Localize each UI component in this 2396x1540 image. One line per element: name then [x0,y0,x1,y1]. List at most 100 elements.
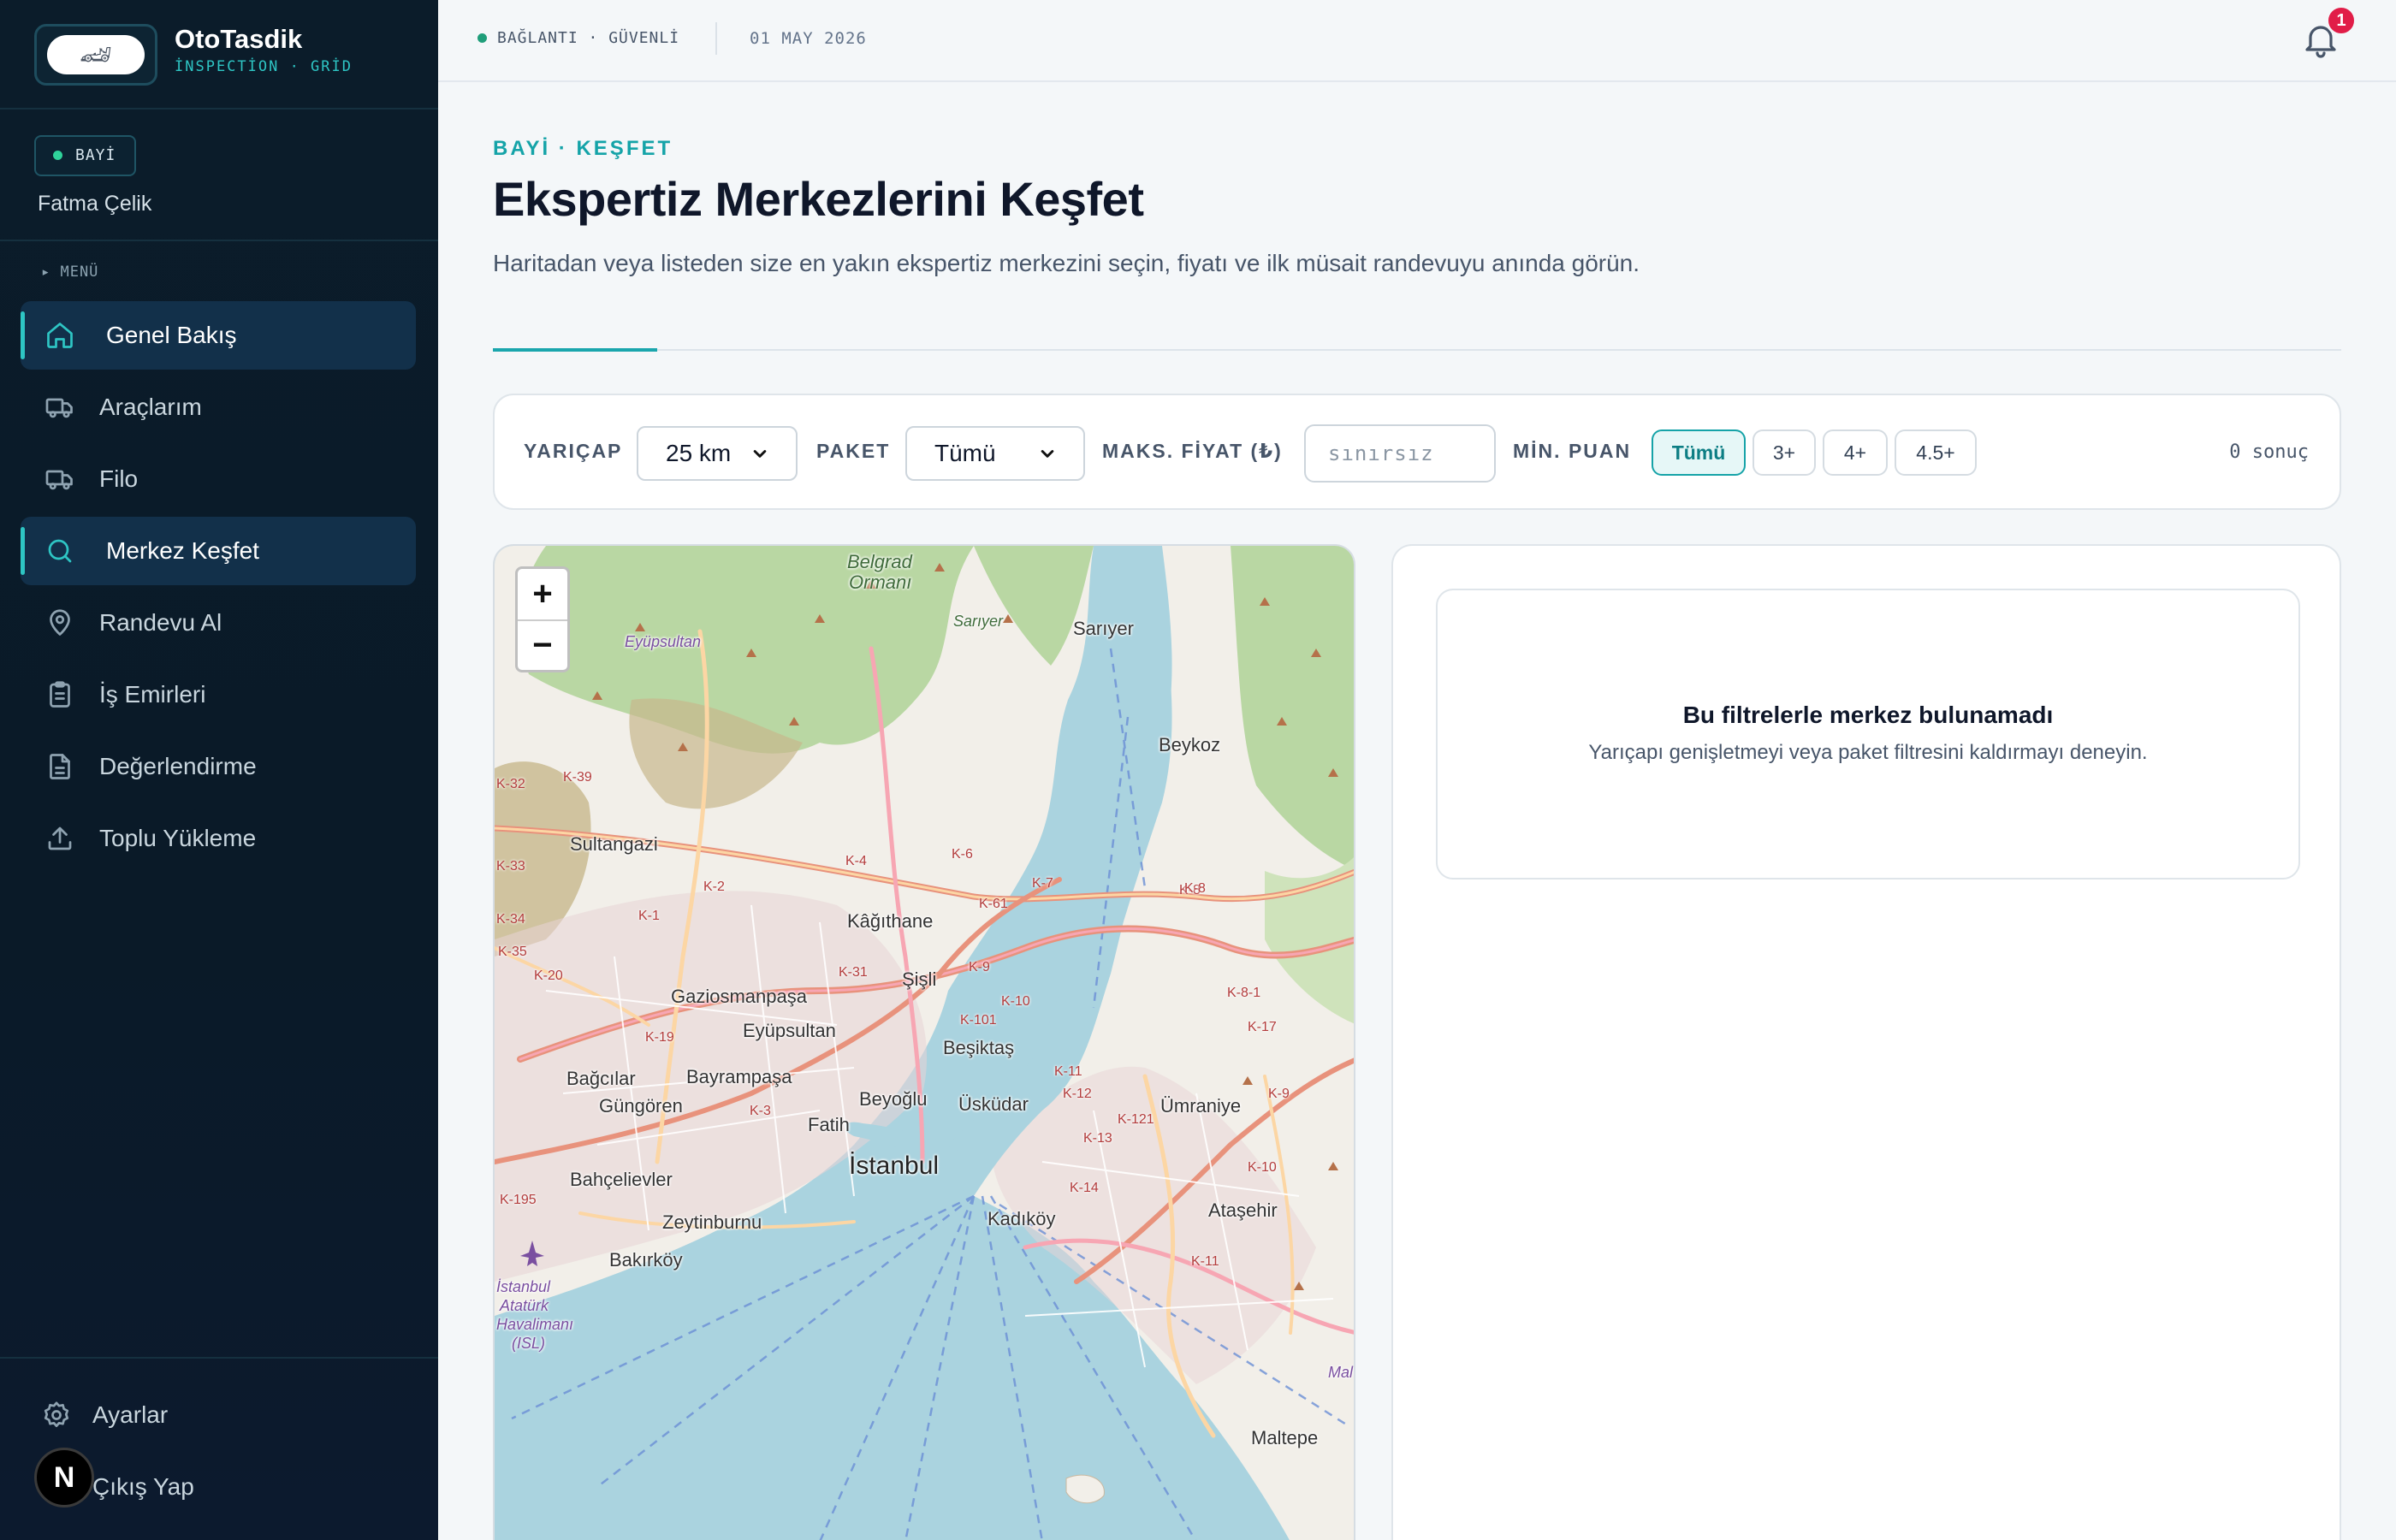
sidebar-item-toplu-yukleme[interactable]: Toplu Yükleme [21,804,416,873]
chevron-down-icon [753,450,767,458]
road-label: K-20 [534,968,563,983]
topbar: BAĞLANTI · GÜVENLİ 01 MAY 2026 1 [438,0,2396,82]
user-name: Fatma Çelik [38,192,152,216]
map-label: (ISL) [512,1335,546,1352]
result-count: 0 sonuç [2229,441,2309,463]
sidebar-bottom: Ayarlar Çıkış Yap N [0,1357,438,1540]
map-label: Sultangazi [570,833,658,855]
sidebar-item-label: Merkez Keşfet [106,537,259,564]
map-pin-icon [50,609,70,636]
current-date: 01 MAY 2026 [750,29,867,48]
map-label: Beşiktaş [943,1037,1015,1058]
sidebar-nav: Genel Bakış Araçlarım Filo Merkez Keşfet… [21,301,416,876]
home-icon [47,323,73,348]
map-label: Ataşehir [1208,1199,1278,1221]
max-price-input[interactable] [1304,424,1496,483]
map[interactable]: + − Belgrad Ormanı Sarıyer Sarıyer Eyüps… [493,544,1355,1540]
zoom-in-button[interactable]: + [518,569,567,619]
rating-chip-3[interactable]: 3+ [1753,429,1816,476]
sidebar-item-label: Araçlarım [99,394,202,420]
road-label: K-39 [563,770,592,785]
zoom-out-button[interactable]: − [518,619,567,670]
map-label: Eyüpsultan [743,1020,836,1041]
upload-icon [48,826,72,850]
map-label: Bahçelievler [570,1169,673,1190]
radius-value: 25 km [666,440,732,466]
sidebar-item-filo[interactable]: Filo [21,445,416,513]
road-label: K-8-1 [1227,986,1261,1000]
empty-state: Bu filtrelerle merkez bulunamadı Yarıçap… [1436,589,2300,880]
empty-state-description: Yarıçapı genişletmeyi veya paket filtres… [1588,741,2148,764]
rating-chip-all[interactable]: Tümü [1652,429,1746,476]
radius-select[interactable]: 25 km [637,426,798,481]
map-label: İstanbul [496,1278,551,1295]
avatar[interactable]: N [34,1448,94,1507]
radius-label: YARIÇAP [524,440,623,462]
document-icon [50,754,70,779]
map-tiles [495,546,1354,1540]
map-label: Mal [1328,1364,1354,1381]
map-label: Gaziosmanpaşa [671,986,807,1007]
empty-state-title: Bu filtrelerle merkez bulunamadı [1682,702,2054,728]
road-label: K-11 [1054,1064,1082,1079]
role-label: BAYİ [75,146,116,164]
map-label: Bakırköy [609,1249,683,1270]
road-label: K-4 [845,854,867,868]
truck-icon [45,470,73,490]
sidebar-item-label: Filo [99,465,139,492]
road-label: K-10 [1248,1160,1277,1175]
sidebar-item-merkez-kesfet[interactable]: Merkez Keşfet [21,517,416,585]
road-label: K-9 [1268,1087,1290,1101]
sidebar-item-is-emirleri[interactable]: İş Emirleri [21,660,416,729]
map-label: Ormanı [849,572,912,593]
map-label: Güngören [599,1095,683,1116]
sidebar-item-degerlendirme[interactable]: Değerlendirme [21,732,416,801]
road-label: K-7 [1032,876,1053,891]
sidebar-item-label: Randevu Al [99,609,222,636]
road-label: K-8 [1184,881,1206,896]
road-label: K-14 [1070,1181,1099,1195]
sidebar-item-label: Değerlendirme [99,753,257,779]
map-label: Şişli [902,968,937,990]
map-label: Beykoz [1159,734,1221,755]
sidebar-item-randevu-al[interactable]: Randevu Al [21,589,416,657]
max-price-label: MAKS. FİYAT (₺) [1102,440,1283,462]
sidebar-item-label: Toplu Yükleme [99,825,257,851]
rating-chip-4-5[interactable]: 4.5+ [1895,429,1977,476]
page-description: Haritadan veya listeden size en yakın ek… [493,250,1640,276]
road-label: K-195 [500,1193,537,1207]
sidebar-item-label: İş Emirleri [99,681,206,708]
connection-status: BAĞLANTI · GÜVENLİ [477,29,679,47]
sidebar-item-genel-bakis[interactable]: Genel Bakış [21,301,416,370]
sidebar-item-araclarim[interactable]: Araçlarım [21,373,416,441]
gear-icon [44,1401,69,1428]
road-label: K-121 [1118,1112,1154,1127]
min-rating-label: MİN. PUAN [1513,440,1632,462]
map-label: Bağcılar [566,1068,636,1089]
package-select[interactable]: Tümü [905,426,1085,481]
map-label: Sarıyer [1073,618,1134,639]
road-label: K-3 [750,1104,771,1118]
user-panel: BAYİ Fatma Çelik [0,110,438,241]
brand-logo[interactable]: 🏎 [34,24,157,86]
zoom-control: + − [515,566,570,672]
settings-button[interactable]: Ayarlar [41,1391,168,1439]
road-label: K-10 [1001,994,1030,1009]
road-label: K-1 [638,909,660,923]
role-badge: BAYİ [34,135,137,176]
status-dot [53,151,62,160]
map-label: Bayrampaşa [686,1066,792,1087]
map-label: Zeytinburnu [662,1211,762,1233]
road-label: K-35 [498,945,527,959]
package-label: PAKET [816,440,891,462]
status-dot [477,33,487,43]
car-logo-icon: 🏎 [47,35,145,74]
road-label: K-2 [703,880,725,894]
brand: 🏎 OtoTasdik İNSPECTİON · GRİD [0,0,438,110]
rating-chip-4[interactable]: 4+ [1823,429,1888,476]
road-label: K-13 [1083,1131,1112,1146]
notification-badge: 1 [2326,5,2357,36]
map-label: İstanbul [849,1152,940,1180]
brand-name: OtoTasdik [175,24,303,54]
truck-icon [45,398,73,418]
